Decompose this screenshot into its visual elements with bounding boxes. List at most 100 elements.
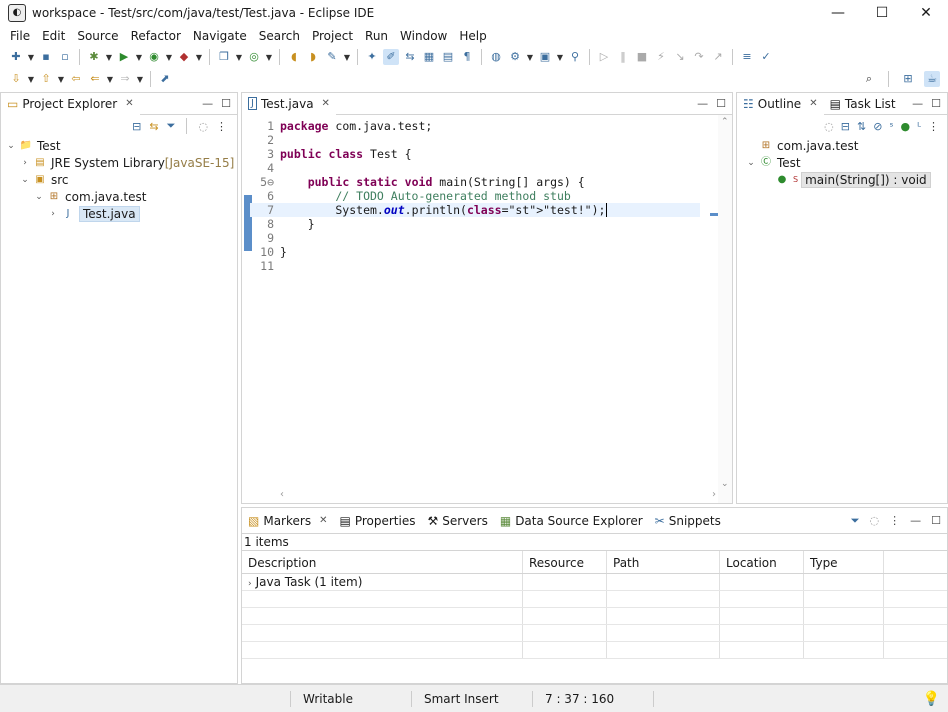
forward-icon[interactable]: ⇒ bbox=[117, 71, 133, 87]
code-line[interactable]: 4 bbox=[250, 161, 700, 175]
code-editor[interactable]: 1 package com.java.test; 2 3 public class Te… bbox=[250, 119, 700, 273]
debug-dropdown-icon[interactable]: ▼ bbox=[105, 53, 113, 62]
tab-properties[interactable]: ▤ Properties bbox=[333, 510, 421, 532]
run-icon[interactable]: ▶ bbox=[116, 49, 132, 65]
code-line[interactable]: 11 bbox=[250, 259, 700, 273]
menu-search[interactable]: Search bbox=[253, 29, 306, 43]
new-dropdown-icon[interactable]: ▼ bbox=[27, 53, 35, 62]
minimize-button[interactable]: — bbox=[816, 0, 860, 26]
maximize-view-icon[interactable]: ☐ bbox=[221, 97, 231, 110]
step-return-icon[interactable]: ↗ bbox=[710, 49, 726, 65]
tab-project-explorer[interactable]: ▭ Project Explorer ✕ bbox=[1, 92, 140, 115]
open-perspective-icon[interactable]: ⊞ bbox=[900, 71, 916, 87]
code-line[interactable]: 9 bbox=[250, 231, 700, 245]
vertical-scrollbar[interactable]: ⌃ ⌄ bbox=[718, 115, 732, 503]
menu-file[interactable]: File bbox=[4, 29, 36, 43]
save-icon[interactable]: ▪ bbox=[38, 49, 54, 65]
focus-icon[interactable]: ◌ bbox=[198, 120, 208, 133]
tab-snippets[interactable]: ✂ Snippets bbox=[649, 510, 727, 532]
new-class-icon[interactable]: ◎ bbox=[246, 49, 262, 65]
step-into-icon[interactable]: ↘ bbox=[672, 49, 688, 65]
close-icon[interactable]: ✕ bbox=[809, 98, 817, 109]
code-line[interactable]: 2 bbox=[250, 133, 700, 147]
menu-edit[interactable]: Edit bbox=[36, 29, 71, 43]
status-cursor-position[interactable]: 7 : 37 : 160 bbox=[533, 692, 653, 706]
tab-data-source-explorer[interactable]: ▦ Data Source Explorer bbox=[494, 510, 649, 532]
external-tools-dropdown-icon[interactable]: ▼ bbox=[195, 53, 203, 62]
minimize-view-icon[interactable]: — bbox=[910, 514, 921, 528]
show-whitespace-icon[interactable]: ▦ bbox=[421, 49, 437, 65]
task-icon[interactable]: ✓ bbox=[758, 49, 774, 65]
hide-local-types-icon[interactable]: ᴸ bbox=[917, 120, 921, 133]
close-button[interactable]: ✕ bbox=[904, 0, 948, 26]
close-icon[interactable]: ✕ bbox=[322, 98, 330, 109]
resume-icon[interactable]: ▷ bbox=[596, 49, 612, 65]
code-line[interactable]: 10} bbox=[250, 245, 700, 259]
chevron-down-icon[interactable]: ⌄ bbox=[5, 141, 17, 151]
hide-fields-icon[interactable]: ⊘ bbox=[873, 120, 882, 133]
menu-window[interactable]: Window bbox=[394, 29, 453, 43]
db-dropdown-icon[interactable]: ▼ bbox=[526, 53, 534, 62]
pin-editor-icon[interactable]: ⬈ bbox=[157, 71, 173, 87]
menu-help[interactable]: Help bbox=[453, 29, 492, 43]
tree-item[interactable]: › J Test.java bbox=[5, 205, 237, 222]
outline-item[interactable]: ● Smain(String[]) : void bbox=[745, 171, 947, 188]
coverage-icon[interactable]: ◉ bbox=[146, 49, 162, 65]
code-line[interactable]: 1 package com.java.test; bbox=[250, 119, 700, 133]
pin-icon[interactable]: ⚲ bbox=[567, 49, 583, 65]
close-icon[interactable]: ✕ bbox=[125, 98, 133, 109]
hide-static-icon[interactable]: ˢ bbox=[889, 120, 893, 133]
maximize-view-icon[interactable]: ☐ bbox=[716, 97, 726, 110]
previous-annotation-icon[interactable]: ⇧ bbox=[38, 71, 54, 87]
terminate-icon[interactable]: ■ bbox=[634, 49, 650, 65]
toggle-breadcrumb-icon[interactable]: ✦ bbox=[364, 49, 380, 65]
minimize-view-icon[interactable]: — bbox=[697, 97, 708, 110]
tab-servers[interactable]: ⚒ Servers bbox=[421, 510, 493, 532]
java-perspective-icon[interactable]: ☕ bbox=[924, 71, 940, 87]
tree-item[interactable]: ⌄ 📁 Test bbox=[5, 137, 237, 154]
external-tools-icon[interactable]: ◆ bbox=[176, 49, 192, 65]
table-row[interactable]: › Java Task (1 item) bbox=[242, 574, 947, 591]
menu-source[interactable]: Source bbox=[71, 29, 124, 43]
code-line[interactable]: 7 System.out.println(class="st">"test!")… bbox=[250, 203, 700, 217]
minimize-view-icon[interactable]: — bbox=[912, 97, 923, 110]
search-icon[interactable]: ⌕ bbox=[861, 71, 877, 87]
back-dropdown-icon[interactable]: ▼ bbox=[106, 75, 114, 84]
outline-item[interactable]: ⌄ Ⓒ Test bbox=[745, 154, 947, 171]
tip-lightbulb-icon[interactable]: 💡 bbox=[923, 691, 948, 707]
open-task-icon[interactable]: ◗ bbox=[305, 49, 321, 65]
disconnect-icon[interactable]: ⚡ bbox=[653, 49, 669, 65]
coverage-dropdown-icon[interactable]: ▼ bbox=[165, 53, 173, 62]
horizontal-scrollbar[interactable]: ‹ › bbox=[276, 489, 720, 503]
close-icon[interactable]: ✕ bbox=[319, 515, 327, 526]
outline-item[interactable]: ⊞ com.java.test bbox=[745, 137, 947, 154]
collapse-all-icon[interactable]: ⊟ bbox=[841, 120, 850, 133]
maximize-view-icon[interactable]: ☐ bbox=[931, 97, 941, 110]
filter-icon[interactable]: ⏷ bbox=[851, 514, 860, 528]
save-all-icon[interactable]: ▫ bbox=[57, 49, 73, 65]
focus-active-task-icon[interactable]: ◌ bbox=[824, 120, 834, 133]
mark-occurrences-icon[interactable]: ✐ bbox=[383, 49, 399, 65]
new-java-project-icon[interactable]: ❐ bbox=[216, 49, 232, 65]
filter-icon[interactable]: ⏷ bbox=[167, 119, 176, 133]
terminal-icon[interactable]: ▣ bbox=[537, 49, 553, 65]
maximize-button[interactable]: ☐ bbox=[860, 0, 904, 26]
search-tool-dropdown-icon[interactable]: ▼ bbox=[343, 53, 351, 62]
previous-annotation-dropdown-icon[interactable]: ▼ bbox=[57, 75, 65, 84]
next-annotation-dropdown-icon[interactable]: ▼ bbox=[27, 75, 35, 84]
menu-refactor[interactable]: Refactor bbox=[125, 29, 187, 43]
back-icon[interactable]: ⇐ bbox=[87, 71, 103, 87]
focus-icon[interactable]: ◌ bbox=[870, 514, 880, 528]
chevron-down-icon[interactable]: ⌄ bbox=[33, 192, 45, 202]
search-tool-icon[interactable]: ✎ bbox=[324, 49, 340, 65]
view-menu-icon[interactable]: ⋮ bbox=[889, 514, 900, 528]
code-line[interactable]: 6 // TODO Auto-generated method stub bbox=[250, 189, 700, 203]
tab-task-list[interactable]: ▤ Task List bbox=[824, 93, 902, 115]
web-browser-icon[interactable]: ◍ bbox=[488, 49, 504, 65]
column-location[interactable]: Location bbox=[720, 551, 804, 573]
new-java-project-dropdown-icon[interactable]: ▼ bbox=[235, 53, 243, 62]
link-with-editor-icon[interactable]: ⇆ bbox=[149, 120, 158, 133]
code-line[interactable]: 8 } bbox=[250, 217, 700, 231]
hide-nonpublic-icon[interactable]: ● bbox=[901, 120, 911, 133]
menu-run[interactable]: Run bbox=[359, 29, 394, 43]
